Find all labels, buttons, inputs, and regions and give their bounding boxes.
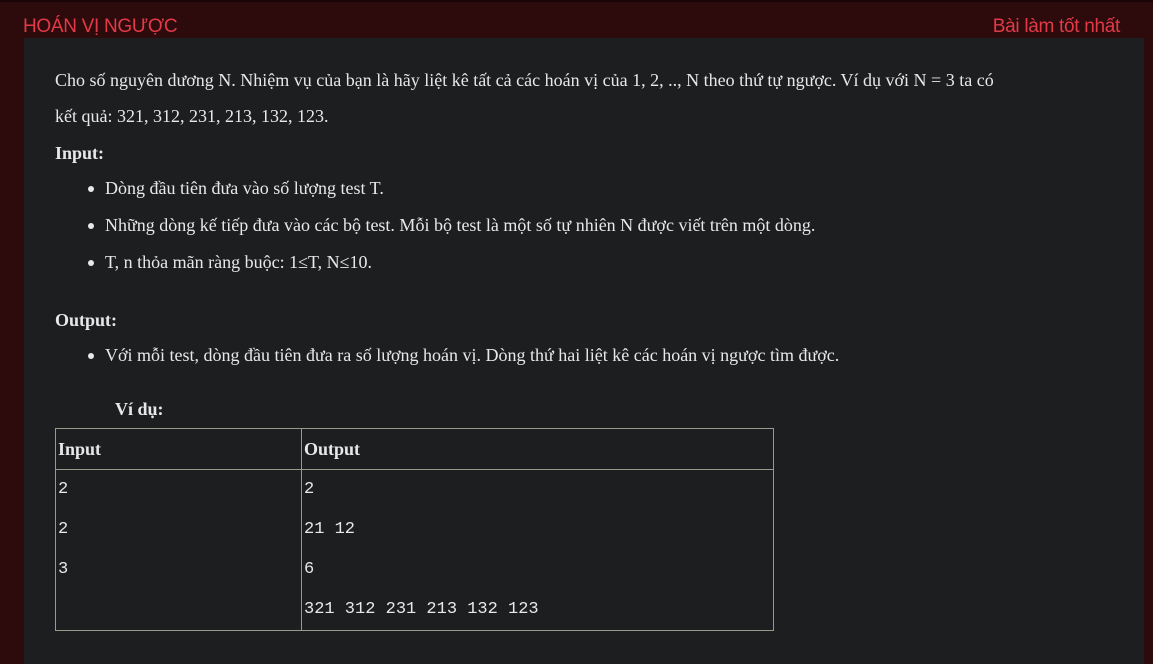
table-cell-output: 6	[301, 550, 774, 590]
list-item-text: Với mỗi test, dòng đầu tiên đưa ra số lư…	[105, 345, 840, 365]
output-heading: Output:	[55, 310, 118, 330]
bullet-icon	[88, 260, 94, 266]
table-header-input: Input	[55, 428, 302, 470]
example-label: Ví dụ:	[115, 399, 164, 419]
list-item: T, n thỏa mãn ràng buộc: 1≤T, N≤10.	[88, 244, 1114, 281]
list-item: Dòng đầu tiên đưa vào số lượng test T.	[88, 170, 1114, 207]
list-item-text: Dòng đầu tiên đưa vào số lượng test T.	[105, 178, 384, 198]
problem-content: Cho số nguyên dương N. Nhiệm vụ của bạn …	[24, 38, 1144, 664]
example-table: Input Output 2 2 2 21 12 3 6 321 312 231…	[55, 428, 774, 631]
best-solution-link[interactable]: Bài làm tốt nhất	[993, 16, 1121, 38]
table-cell-input: 2	[55, 469, 302, 510]
table-header-row: Input Output	[55, 428, 774, 470]
table-row: 321 312 231 213 132 123	[55, 590, 774, 631]
table-cell-input	[55, 590, 302, 631]
table-header-output: Output	[301, 428, 774, 470]
table-row: 2 21 12	[55, 510, 774, 550]
header: HOÁN VỊ NGƯỢC Bài làm tốt nhất	[0, 0, 1153, 38]
input-heading: Input:	[55, 143, 105, 163]
table-cell-input: 2	[55, 510, 302, 550]
bullet-icon	[88, 223, 94, 229]
bullet-icon	[88, 353, 94, 359]
list-item-text: T, n thỏa mãn ràng buộc: 1≤T, N≤10.	[105, 252, 373, 272]
output-list: Với mỗi test, dòng đầu tiên đưa ra số lư…	[55, 337, 1114, 374]
list-item: Những dòng kế tiếp đưa vào các bộ test. …	[88, 207, 1114, 244]
table-cell-output: 21 12	[301, 510, 774, 550]
table-cell-output: 321 312 231 213 132 123	[301, 590, 774, 631]
table-row: 2 2	[55, 469, 774, 510]
statement-line-2: kết quả: 321, 312, 231, 213, 132, 123.	[55, 106, 329, 126]
table-cell-input: 3	[55, 550, 302, 590]
list-item: Với mỗi test, dòng đầu tiên đưa ra số lư…	[88, 337, 1114, 374]
problem-title: HOÁN VỊ NGƯỢC	[23, 16, 178, 37]
list-item-text: Những dòng kế tiếp đưa vào các bộ test. …	[105, 215, 816, 235]
table-row: 3 6	[55, 550, 774, 590]
input-list: Dòng đầu tiên đưa vào số lượng test T. N…	[55, 170, 1114, 281]
bullet-icon	[88, 186, 94, 192]
table-cell-output: 2	[301, 469, 774, 510]
statement-line-1: Cho số nguyên dương N. Nhiệm vụ của bạn …	[55, 70, 994, 90]
